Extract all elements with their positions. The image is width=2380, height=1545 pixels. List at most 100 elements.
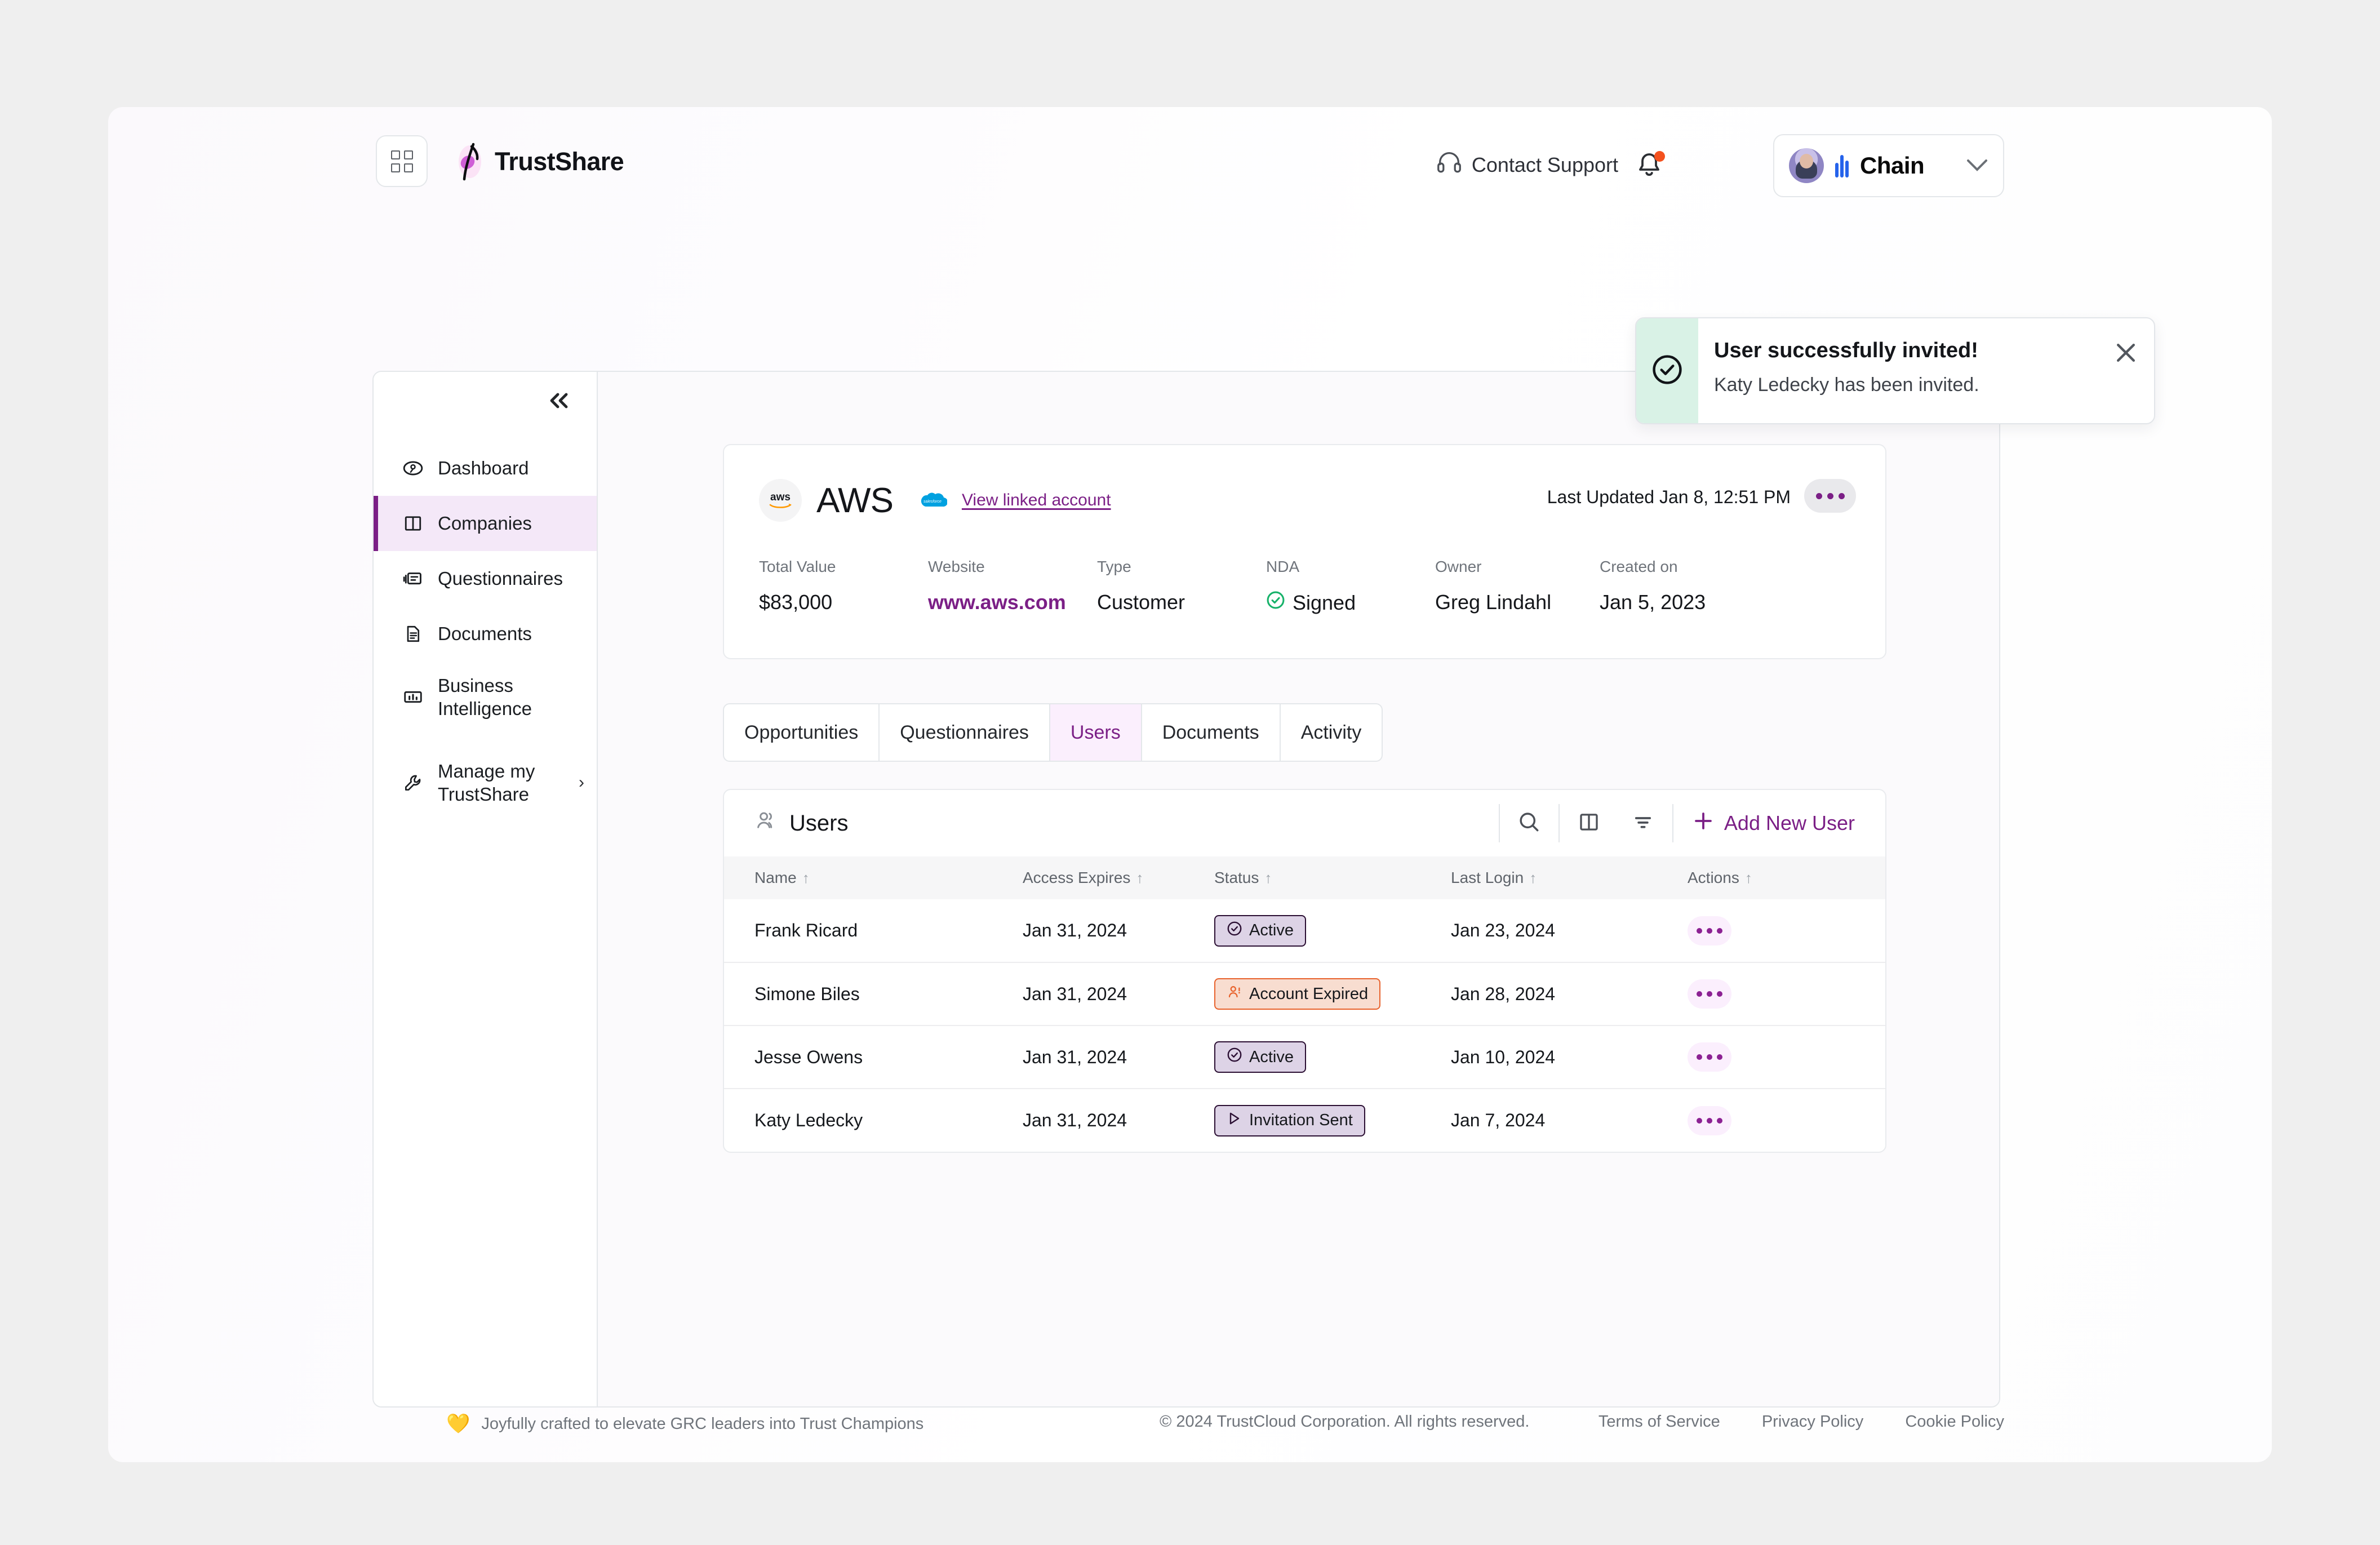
svg-text:salesforce: salesforce [923,500,942,504]
columns-layout-icon [1577,810,1601,837]
table-row[interactable]: Frank Ricard Jan 31, 2024 Active Jan 23,… [724,899,1885,962]
tab-questionnaires[interactable]: Questionnaires [880,704,1050,761]
last-updated-label: Last Updated Jan 8, 12:51 PM [1547,487,1791,507]
users-table-card: Users Add New User Name ↑ Access Expires… [723,789,1886,1153]
users-table-body: Frank Ricard Jan 31, 2024 Active Jan 23,… [724,899,1885,1152]
sidebar-item-manage-my-trustshare[interactable]: Manage my TrustShare › [374,747,597,818]
chevron-right-icon: › [579,773,584,792]
more-options-button[interactable] [1804,479,1856,513]
view-linked-account-link[interactable]: View linked account [962,491,1111,510]
cell-actions [1688,962,1885,1025]
app-window: TrustShare Contact Support Chain User su… [108,107,2272,1462]
filter-button[interactable] [1616,804,1670,842]
sidebar-item-companies[interactable]: Companies [374,496,597,551]
cell-status: Invitation Sent [1214,1088,1451,1152]
column-header-last-login[interactable]: Last Login ↑ [1451,856,1688,899]
tab-users[interactable]: Users [1050,704,1142,761]
cell-name: Simone Biles [724,962,1023,1025]
companies-icon [402,512,424,535]
cell-name: Katy Ledecky [724,1088,1023,1152]
row-actions-button[interactable] [1688,1042,1731,1072]
cell-last-login: Jan 23, 2024 [1451,920,1556,940]
footer-link-privacy-policy[interactable]: Privacy Policy [1762,1413,1864,1431]
users-table-header: Users Add New User [724,790,1885,856]
check-circle-icon [1651,353,1684,389]
table-row[interactable]: Katy Ledecky Jan 31, 2024 Invitation Sen… [724,1088,1885,1152]
dashboard-icon [402,457,424,480]
cell-actions [1688,899,1885,962]
toast-title: User successfully invited! [1714,339,1978,362]
columns-button[interactable] [1562,804,1616,842]
table-row[interactable]: Simone Biles Jan 31, 2024 Account Expire… [724,962,1885,1025]
add-new-user-button[interactable]: Add New User [1676,810,1880,837]
footer-link-cookie-policy[interactable]: Cookie Policy [1905,1413,2004,1431]
row-actions-button[interactable] [1688,1106,1731,1135]
notifications-button[interactable] [1636,151,1666,183]
cell-actions [1688,1088,1885,1152]
status-badge: Account Expired [1214,978,1381,1010]
sort-arrow-icon: ↑ [802,869,810,886]
users-panel-title: Users [789,810,849,836]
cell-actions [1688,1025,1885,1089]
sidebar-item-dashboard[interactable]: Dashboard [374,441,597,496]
column-header-name[interactable]: Name ↑ [724,856,1023,899]
column-header-status[interactable]: Status ↑ [1214,856,1451,899]
users-icon [754,809,778,838]
toast-close-button[interactable] [2098,318,2154,423]
search-button[interactable] [1502,804,1556,842]
check-circle-icon [1227,1047,1242,1067]
check-circle-icon [1266,591,1285,615]
sidebar-item-label: Companies [438,513,532,534]
sidebar-collapse-button[interactable] [547,392,572,414]
divider [1558,804,1560,842]
column-header-access-expires[interactable]: Access Expires ↑ [1023,856,1214,899]
aws-logo-icon: aws [759,479,802,522]
sidebar: Dashboard Companies Questionnaires Docum… [374,372,598,1406]
tab-opportunities[interactable]: Opportunities [724,704,880,761]
nda-status-value: Signed [1293,591,1356,614]
grid-apps-button[interactable] [376,135,428,187]
footer-link-terms-of-service[interactable]: Terms of Service [1598,1413,1720,1431]
cell-name: Frank Ricard [754,920,858,940]
brand-logo[interactable]: TrustShare [453,142,624,181]
table-row[interactable]: Jesse Owens Jan 31, 2024 Active Jan 10, … [724,1025,1885,1089]
footer-links: Terms of Service Privacy Policy Cookie P… [1598,1413,2004,1431]
row-actions-button[interactable] [1688,979,1731,1009]
sidebar-nav: Dashboard Companies Questionnaires Docum… [374,441,597,818]
fact-total-value: Total Value $83,000 [759,558,836,614]
filter-icon [1631,810,1655,837]
sidebar-item-business-intelligence[interactable]: Business Intelligence [374,661,597,732]
cell-last-login: Jan 10, 2024 [1451,1025,1688,1089]
chain-logo-icon [1835,154,1849,177]
documents-icon [402,623,424,645]
cell-access-expires: Jan 31, 2024 [1023,920,1127,940]
sidebar-item-documents[interactable]: Documents [374,606,597,661]
business-intelligence-icon [402,686,424,708]
website-link[interactable]: www.aws.com [928,591,1097,614]
sort-arrow-icon: ↑ [1264,869,1272,886]
tab-activity[interactable]: Activity [1281,704,1382,761]
sidebar-item-questionnaires[interactable]: Questionnaires [374,551,597,606]
sidebar-item-label: Documents [438,623,532,644]
cell-access-expires: Jan 31, 2024 [1023,1025,1214,1089]
status-badge: Active [1214,914,1306,947]
notification-dot [1654,151,1665,162]
questionnaires-icon [402,567,424,590]
sidebar-item-label-line2: TrustShare [438,784,530,805]
cell-status: Active [1214,1025,1451,1089]
status-badge-label: Active [1249,1047,1294,1066]
column-header-actions[interactable]: Actions ↑ [1688,856,1885,899]
content-area: aws AWS salesforce View linked account L… [598,372,1999,1406]
main-panel: Dashboard Companies Questionnaires Docum… [372,371,2000,1408]
brand-name: TrustShare [495,147,624,176]
trustshare-logo-icon [453,142,488,181]
check-circle-icon [1227,921,1242,941]
grid-apps-icon [390,150,413,172]
account-switcher[interactable]: Chain [1773,134,2004,197]
toast-status-strip [1636,318,1698,423]
contact-support-button[interactable]: Contact Support [1437,151,1618,179]
status-badge-label: Invitation Sent [1249,1111,1353,1129]
row-actions-button[interactable] [1688,916,1731,945]
tab-documents[interactable]: Documents [1142,704,1281,761]
heart-icon: 💛 [446,1413,470,1435]
